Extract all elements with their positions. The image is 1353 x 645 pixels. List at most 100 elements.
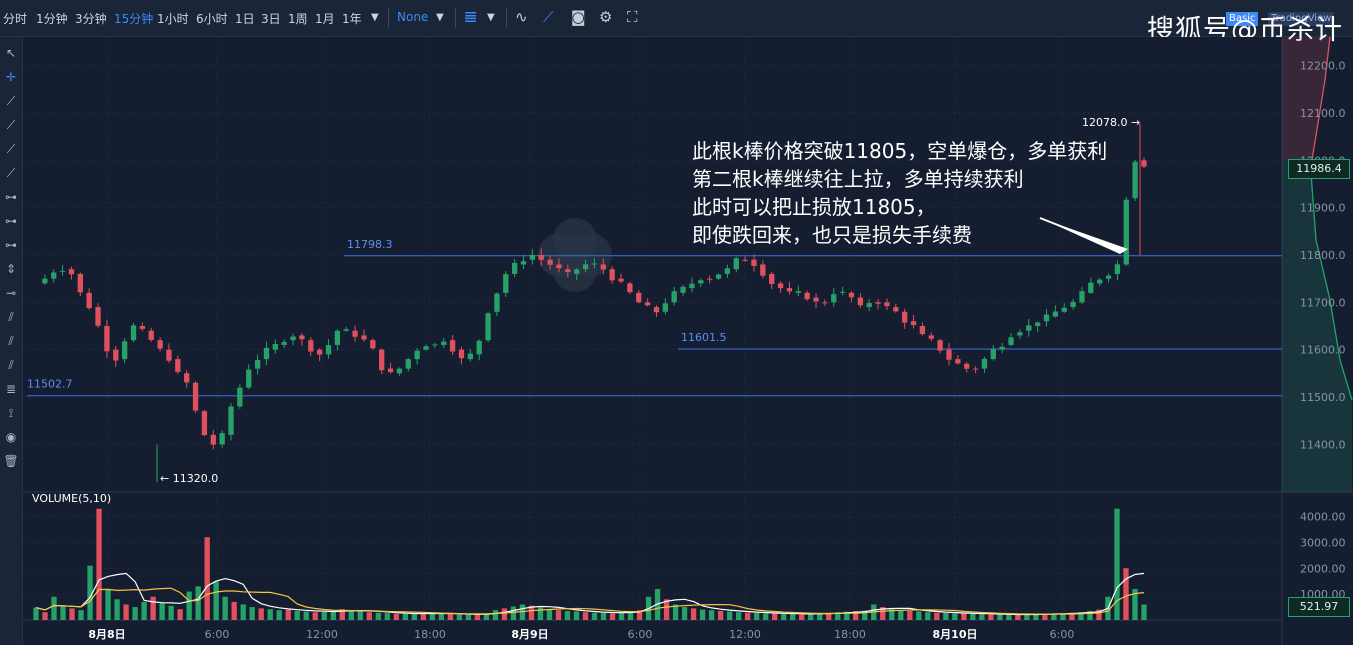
candle-body: [246, 369, 252, 388]
candle-body: [503, 274, 509, 293]
candle-body: [175, 359, 181, 372]
volume-bar: [492, 610, 499, 620]
candle-body: [184, 373, 190, 383]
candle-body: [937, 340, 943, 351]
volume-bar: [970, 613, 976, 620]
volume-bar: [42, 612, 48, 620]
candle-body: [476, 340, 482, 355]
candle-body: [919, 325, 926, 335]
volume-bar: [609, 613, 616, 620]
candle-body: [698, 280, 704, 284]
candle-body: [529, 254, 536, 260]
volume-bar: [699, 609, 706, 620]
candle-body: [600, 264, 606, 270]
volume-bar: [772, 613, 778, 620]
candle-body: [449, 340, 456, 352]
candle-body: [139, 325, 146, 329]
volume-bar: [600, 613, 607, 620]
candle-body: [751, 259, 757, 266]
candle-body: [644, 302, 651, 306]
candle-body: [441, 341, 447, 345]
candle-body: [707, 278, 713, 280]
volume-bar: [1015, 614, 1021, 620]
volume-bar: [717, 610, 724, 620]
chart-canvas[interactable]: 11798.311601.511502.7 12200.012100.01200…: [0, 0, 1353, 645]
candle-body: [813, 297, 819, 302]
volume-bar: [303, 611, 309, 620]
high-price-label: 12078.0 →: [1082, 116, 1140, 129]
volume-bar: [582, 612, 589, 620]
candle-body: [379, 349, 385, 371]
candle-body: [228, 406, 234, 435]
candle-body: [281, 341, 287, 345]
price-tick-label: 11900.0: [1300, 202, 1346, 215]
volume-bar: [348, 610, 354, 620]
volume-bar: [618, 612, 625, 620]
volume-bar: [402, 614, 408, 620]
candle-body: [370, 340, 376, 349]
candle-body: [467, 353, 473, 360]
candle-body: [316, 349, 323, 355]
volume-bar: [186, 591, 192, 620]
candle-body: [582, 264, 589, 270]
volume-bar: [285, 609, 291, 620]
candle-body: [662, 303, 669, 312]
candle-body: [1052, 311, 1059, 317]
annotation-line: 即使跌回来，也只是损失手续费: [692, 223, 972, 247]
price-tick-label: 11400.0: [1300, 438, 1346, 451]
volume-bar: [204, 537, 210, 620]
volume-bar: [60, 606, 66, 620]
volume-bar: [384, 613, 390, 620]
volume-bar: [555, 610, 562, 620]
candle-body: [964, 363, 970, 369]
volume-tick-label: 2000.00: [1300, 562, 1346, 575]
candle-body: [1114, 264, 1121, 274]
candle-body: [237, 387, 243, 407]
time-tick-label: 12:00: [729, 628, 761, 641]
candle-body: [334, 330, 341, 345]
candle-body: [432, 344, 438, 346]
candle-body: [405, 359, 411, 369]
volume-tick-label: 4000.00: [1300, 511, 1346, 524]
annotation-line: 此时可以把止损放11805，: [692, 195, 936, 219]
candle-body: [902, 311, 908, 323]
current-volume-tag: 521.97: [1288, 597, 1350, 617]
ask-depth-area: [1282, 37, 1330, 160]
volume-bar: [177, 609, 183, 620]
volume-bar: [357, 611, 363, 620]
volume-bar: [411, 613, 418, 620]
time-tick-label: 12:00: [306, 628, 338, 641]
volume-bar: [546, 609, 553, 620]
candle-body: [1105, 275, 1112, 279]
candle-body: [414, 350, 420, 360]
volume-bar: [591, 612, 598, 620]
volume-bar: [114, 599, 120, 620]
volume-bar: [429, 613, 436, 620]
candle-body: [51, 272, 57, 279]
volume-bar: [690, 608, 697, 620]
volume-bar: [366, 612, 372, 620]
candle-body: [990, 349, 996, 360]
candle-body: [769, 273, 775, 284]
candle-body: [1017, 332, 1023, 336]
price-tick-label: 11700.0: [1300, 296, 1346, 309]
volume-pane: [23, 493, 1282, 620]
candle-body: [59, 270, 66, 272]
candle-body: [786, 288, 793, 292]
volume-bar: [447, 614, 454, 620]
volume-bar: [988, 614, 994, 620]
volume-bar: [465, 614, 472, 620]
candle-body: [565, 269, 571, 273]
annotation-text: 此根k棒价格突破11805，空单爆仓，多单获利 第二根k棒继续往上拉，多单持续获…: [692, 137, 1107, 249]
volume-bar: [781, 613, 787, 620]
candle-body: [884, 302, 890, 307]
candle-body: [290, 336, 296, 341]
volume-bar: [267, 609, 273, 620]
volume-bar: [321, 611, 327, 620]
volume-bar: [510, 606, 517, 620]
candle-body: [423, 346, 429, 350]
volume-bar: [898, 610, 904, 620]
volume-bar: [790, 614, 796, 620]
volume-bar: [934, 612, 940, 620]
candle-body: [113, 349, 119, 361]
